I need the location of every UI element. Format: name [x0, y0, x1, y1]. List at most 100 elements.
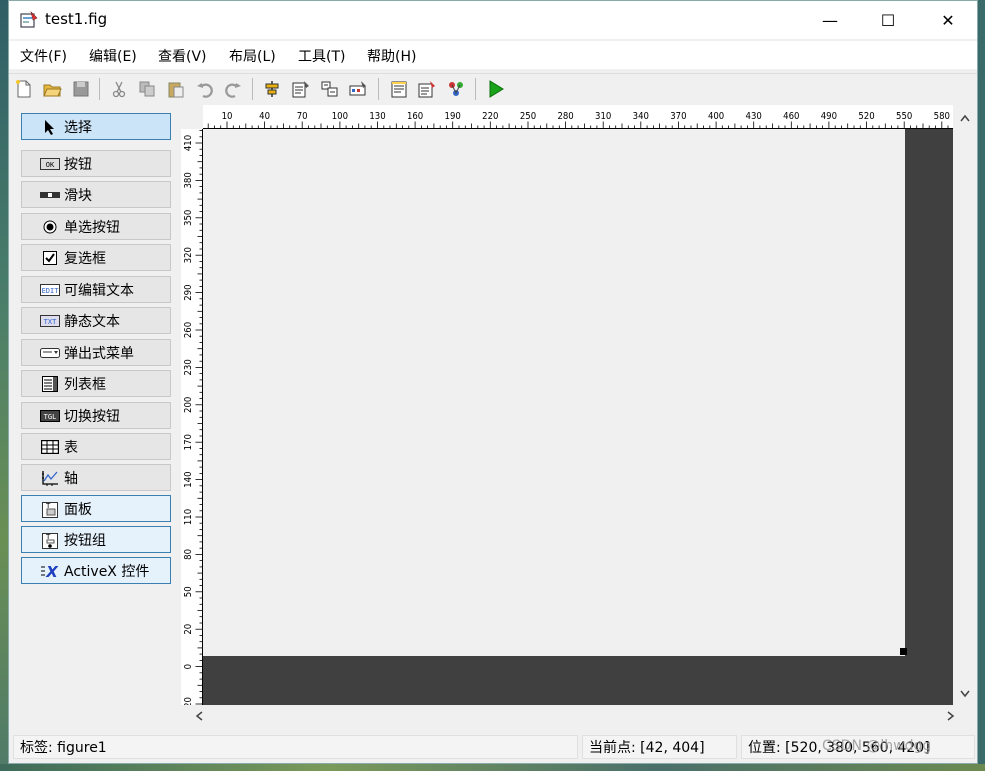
- toggle-icon: TGL: [40, 408, 60, 424]
- status-current-point: 当前点: [42, 404]: [582, 735, 737, 759]
- ruler-left-label: 140: [183, 471, 194, 487]
- pushbutton-icon: OK: [40, 156, 60, 172]
- menu-view[interactable]: 查看(V): [158, 46, 207, 66]
- horizontal-scrollbar[interactable]: [181, 705, 955, 727]
- run-icon[interactable]: [485, 79, 505, 99]
- desktop-background-bottom: [0, 764, 985, 771]
- ruler-top: 10 40 70 100 130 160 190 220 250 280 310 340 370 400 4…: [203, 105, 953, 129]
- paste-icon[interactable]: [166, 79, 186, 99]
- undo-icon[interactable]: [195, 79, 215, 99]
- vertical-scrollbar[interactable]: [955, 105, 975, 705]
- property-inspector-icon[interactable]: [417, 79, 437, 99]
- ruler-left: 4103803503202902602302001701401108050200…: [181, 129, 203, 705]
- radio-icon: [40, 219, 60, 235]
- palette-label: 静态文本: [64, 313, 120, 330]
- palette-static-text[interactable]: TXT 静态文本: [21, 307, 171, 334]
- button-group-icon: T: [40, 532, 60, 549]
- chevron-left-icon[interactable]: [195, 711, 203, 721]
- svg-text:OK: OK: [46, 161, 55, 169]
- checkbox-icon: [40, 250, 60, 266]
- ruler-top-label: 280: [557, 111, 573, 122]
- palette-axes[interactable]: 轴: [21, 464, 171, 491]
- redo-icon[interactable]: [223, 79, 243, 99]
- minimize-button[interactable]: —: [801, 1, 859, 39]
- status-tag: 标签: figure1: [13, 735, 578, 759]
- ruler-top-label: 130: [369, 111, 385, 122]
- palette-label: 滑块: [64, 187, 92, 204]
- palette-label: 面板: [64, 501, 92, 518]
- menu-editor-icon[interactable]: [291, 79, 311, 99]
- palette-checkbox[interactable]: 复选框: [21, 244, 171, 271]
- new-icon[interactable]: [14, 79, 34, 99]
- menu-layout[interactable]: 布局(L): [229, 46, 276, 66]
- watermark: CSDN @lhwdgg: [822, 738, 932, 754]
- ruler-top-label: 310: [595, 111, 611, 122]
- palette-edit-text[interactable]: EDIT 可编辑文本: [21, 276, 171, 303]
- layout-area[interactable]: [203, 129, 953, 705]
- svg-text:TGL: TGL: [44, 413, 57, 421]
- maximize-button[interactable]: ☐: [859, 1, 917, 39]
- ruler-top-label: 580: [934, 111, 950, 122]
- toolbar-separator: [378, 78, 379, 100]
- ruler-left-label: 0: [183, 664, 194, 669]
- menu-edit[interactable]: 编辑(E): [89, 46, 137, 66]
- palette-label: 选择: [64, 119, 92, 136]
- save-icon[interactable]: [71, 79, 91, 99]
- palette-label: 切换按钮: [64, 408, 120, 425]
- ruler-top-label: 340: [633, 111, 649, 122]
- ruler-top-label: 70: [297, 111, 308, 122]
- cut-icon[interactable]: [109, 79, 129, 99]
- chevron-right-icon[interactable]: [947, 711, 955, 721]
- palette-table[interactable]: 表: [21, 433, 171, 460]
- palette-button-group[interactable]: T 按钮组: [21, 526, 171, 553]
- palette-activex[interactable]: X ActiveX 控件: [21, 557, 171, 584]
- ruler-labels: 4103803503202902602302001701401108050200…: [183, 135, 194, 705]
- ruler-left-label: 170: [183, 434, 194, 450]
- toolbar-editor-icon[interactable]: [348, 79, 368, 99]
- ruler-top-label: 100: [332, 111, 348, 122]
- palette-label: 按钮组: [64, 532, 106, 549]
- palette-label: 弹出式菜单: [64, 345, 134, 362]
- table-icon: [40, 439, 60, 455]
- ruler-left-label: 80: [183, 549, 194, 560]
- palette-listbox[interactable]: 列表框: [21, 370, 171, 397]
- palette-label: 按钮: [64, 156, 92, 173]
- title-bar[interactable]: test1.fig — ☐ ✕: [9, 1, 977, 39]
- editor-icon[interactable]: [389, 79, 409, 99]
- ruler-left-label: 200: [183, 397, 194, 413]
- align-icon[interactable]: [262, 79, 282, 99]
- edit-text-icon: EDIT: [40, 282, 60, 298]
- chevron-down-icon[interactable]: [960, 690, 970, 698]
- object-browser-icon[interactable]: [446, 79, 466, 99]
- palette-panel[interactable]: T 面板: [21, 495, 171, 522]
- ruler-top-label: 250: [520, 111, 536, 122]
- activex-icon: X: [40, 563, 60, 579]
- palette-pushbutton[interactable]: OK 按钮: [21, 150, 171, 177]
- copy-icon[interactable]: [137, 79, 157, 99]
- figure-canvas[interactable]: [203, 129, 905, 656]
- open-icon[interactable]: [42, 79, 62, 99]
- ruler-top-label: 550: [896, 111, 912, 122]
- palette-label: 表: [64, 439, 78, 456]
- palette-radio[interactable]: 单选按钮: [21, 213, 171, 240]
- menu-tools[interactable]: 工具(T): [298, 46, 345, 66]
- window-title: test1.fig: [45, 10, 108, 28]
- menu-file[interactable]: 文件(F): [20, 46, 67, 66]
- ruler-labels: 10 40 70 100 130 160 190 220 250 280 310 340 370 400 4…: [222, 111, 950, 122]
- toolbar: [9, 73, 977, 104]
- menu-help[interactable]: 帮助(H): [367, 46, 416, 66]
- resize-handle[interactable]: [900, 648, 907, 655]
- menu-bar: 文件(F) 编辑(E) 查看(V) 布局(L) 工具(T) 帮助(H): [9, 41, 977, 69]
- close-button[interactable]: ✕: [919, 1, 977, 39]
- palette-toggle[interactable]: TGL 切换按钮: [21, 402, 171, 429]
- ruler-top-label: 160: [407, 111, 423, 122]
- tab-order-icon[interactable]: [320, 79, 340, 99]
- ruler-left-label: -20: [183, 697, 194, 705]
- ruler-left-label: 320: [183, 247, 194, 263]
- palette-slider[interactable]: 滑块: [21, 181, 171, 208]
- slider-icon: [40, 187, 60, 203]
- palette-select[interactable]: 选择: [21, 113, 171, 140]
- palette-popup-menu[interactable]: 弹出式菜单: [21, 339, 171, 366]
- toolbar-separator: [475, 78, 476, 100]
- chevron-up-icon[interactable]: [960, 114, 970, 122]
